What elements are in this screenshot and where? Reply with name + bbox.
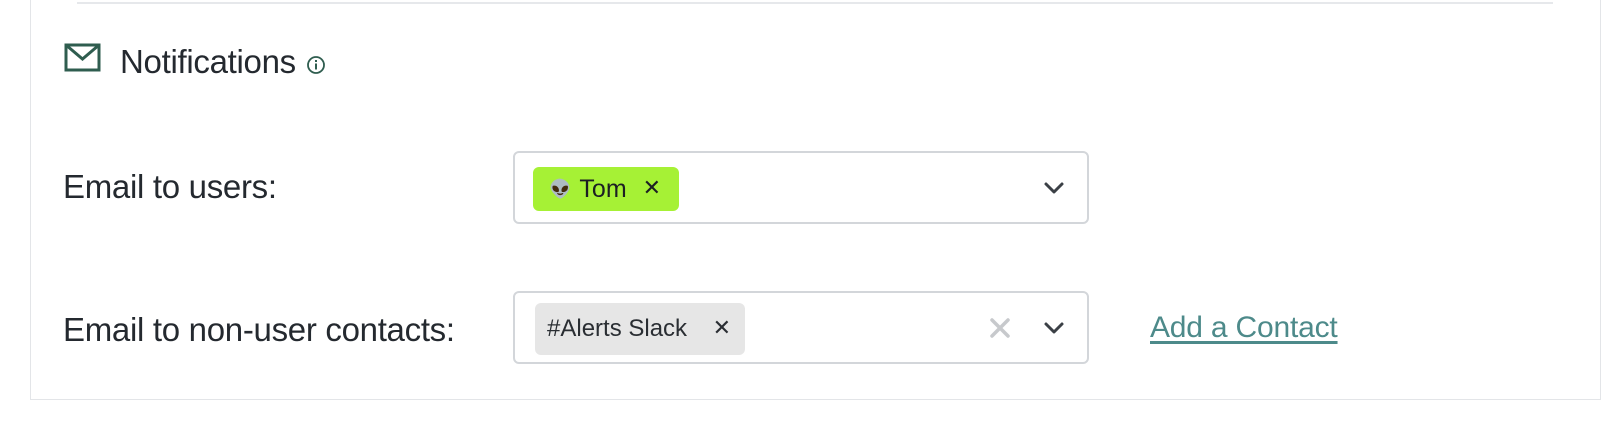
email-users-label: Email to users: xyxy=(63,168,277,205)
section-title: Notifications xyxy=(120,43,296,80)
chevron-down-icon[interactable] xyxy=(1043,181,1065,195)
mail-icon xyxy=(64,42,102,74)
contact-chip-label: #Alerts Slack xyxy=(547,315,688,342)
email-contacts-label: Email to non-user contacts: xyxy=(63,311,455,348)
page: Notifications Email to users: 👽 Tom ✕ Em… xyxy=(0,0,1622,424)
email-users-select[interactable]: 👽 Tom ✕ xyxy=(513,151,1089,224)
user-chip-label: Tom xyxy=(579,174,627,203)
remove-chip-icon[interactable]: ✕ xyxy=(643,178,661,200)
contact-chip-alerts-slack: #Alerts Slack ✕ xyxy=(535,303,745,355)
clear-all-icon[interactable] xyxy=(989,317,1011,339)
remove-chip-icon[interactable]: ✕ xyxy=(713,318,731,340)
chevron-down-icon[interactable] xyxy=(1043,321,1065,335)
user-chip-tom: 👽 Tom ✕ xyxy=(533,167,679,211)
divider xyxy=(77,2,1553,4)
section-header: Notifications xyxy=(64,40,326,84)
alien-emoji-icon: 👽 xyxy=(549,178,572,200)
add-contact-link[interactable]: Add a Contact xyxy=(1150,311,1338,345)
info-icon[interactable] xyxy=(306,55,326,75)
email-contacts-select[interactable]: #Alerts Slack ✕ xyxy=(513,291,1089,364)
